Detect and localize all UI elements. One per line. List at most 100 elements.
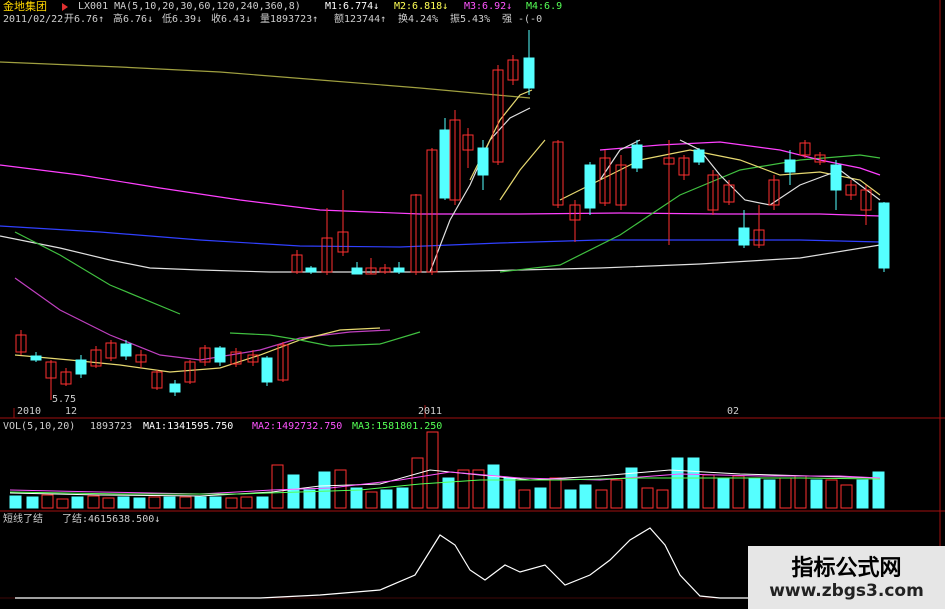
stock-name[interactable]: 金地集团 [3,0,47,13]
volume-bar [656,489,669,509]
volume-bar [334,469,347,509]
candle-body [120,343,132,357]
volume-bar [487,464,500,509]
volume-bar [148,496,161,509]
volume-bar [610,479,623,509]
indicator-value: 了结:4615638.500↓ [62,514,161,525]
candle-body [305,267,317,273]
indicator-title: 短线了结 [3,514,43,525]
watermark-url: www.zbgs3.com [769,581,924,601]
m1-value: M1:6.774↓ [325,1,380,12]
watermark: 指标公式网 www.zbgs3.com [748,546,945,609]
volume-bar [595,489,608,509]
close-value: 收6.43↓ [211,14,252,25]
volume-bar [518,489,531,509]
volume-bar [549,477,562,509]
candle-body [738,227,750,246]
low-value: 低6.39↓ [162,14,203,25]
volume-bar [225,497,238,509]
volume-bar [687,457,700,509]
volume-bar [9,495,22,509]
volume-bar [133,497,146,509]
volume-bar [102,497,115,509]
volume-bar [271,464,284,509]
volume-bar [350,487,363,509]
volume-bar [163,496,176,509]
m3-value: M3:6.92↓ [464,1,513,12]
amount-value: 额123744↑ [334,14,387,25]
volume-bar [303,489,316,509]
volume-bar [763,479,776,509]
turnover-value: 换4.24% [398,14,439,25]
volume-bar [641,487,654,509]
volume-current: 1893723 [90,421,133,432]
strength-value: 强 -(-0 [502,14,543,25]
volume-bar [564,489,577,509]
candle-body [169,383,181,393]
volume-bar [825,479,838,509]
volume-bar [579,484,592,509]
volume-bar [794,475,807,509]
date-label: 2011/02/22 [3,14,64,25]
volume-bar [365,491,378,509]
volume-bar [194,496,207,509]
m4-value: M4:6.9 [526,1,563,12]
candle-body [261,357,273,383]
volume-bar [748,477,761,509]
candle-body [584,164,596,209]
candle-body [631,144,643,169]
volume-bar [380,489,393,509]
volume-bar [457,469,470,509]
volume-bar [671,457,684,509]
candle-body [878,202,890,269]
volume-bar [240,496,253,509]
volume-bars[interactable] [9,431,885,509]
volume-bar [209,496,222,509]
play-icon[interactable] [62,3,68,11]
candle-body [477,147,489,176]
volume-bar [179,496,192,509]
volume-ma3: MA3:1581801.250 [352,421,443,432]
candle-body [351,267,363,275]
volume-bar [287,474,300,509]
volume-bar [396,487,409,509]
volume-bar [732,475,745,509]
volume-bar [503,477,516,509]
volume-bar [702,474,715,509]
amplitude-value: 振5.43% [450,14,491,25]
open-value: 开6.76↑ [64,14,105,25]
axis-label-2010: 2010 [17,406,42,417]
m2-value: M2:6.818↓ [394,1,449,12]
volume-bar [534,487,547,509]
candle-body [75,359,87,375]
candle-body [439,129,451,199]
volume-bar [56,498,69,509]
moving-average-line [0,61,531,99]
volume-bar [856,479,869,509]
volume-bar [256,496,269,509]
volume-ma1: MA1:1341595.750 [143,421,234,432]
candle-body [830,164,842,191]
volume-ma2: MA2:1492732.750 [252,421,343,432]
volume-bar [117,496,130,509]
volume-bar [717,477,730,509]
volume-bar [318,471,331,509]
moving-average-line [14,231,181,315]
low-price-marker: 5.75 [52,394,77,405]
volume-bar [41,494,54,509]
volume-bar [26,496,39,509]
axis-label-12: 12 [65,406,78,417]
candle-body [214,347,226,363]
watermark-title: 指标公式网 [791,556,902,581]
volume-bar [411,457,424,509]
candle-body [693,149,705,163]
volume-bar [840,484,853,509]
moving-average-lines [0,61,881,373]
volume-bar [71,496,84,509]
volume-bar [779,477,792,509]
candle-body [784,159,796,173]
axis-label-02: 02 [727,406,740,417]
candle-body [393,267,405,273]
axis-label-2011: 2011 [418,406,443,417]
volume-value: 量1893723↑ [260,14,319,25]
